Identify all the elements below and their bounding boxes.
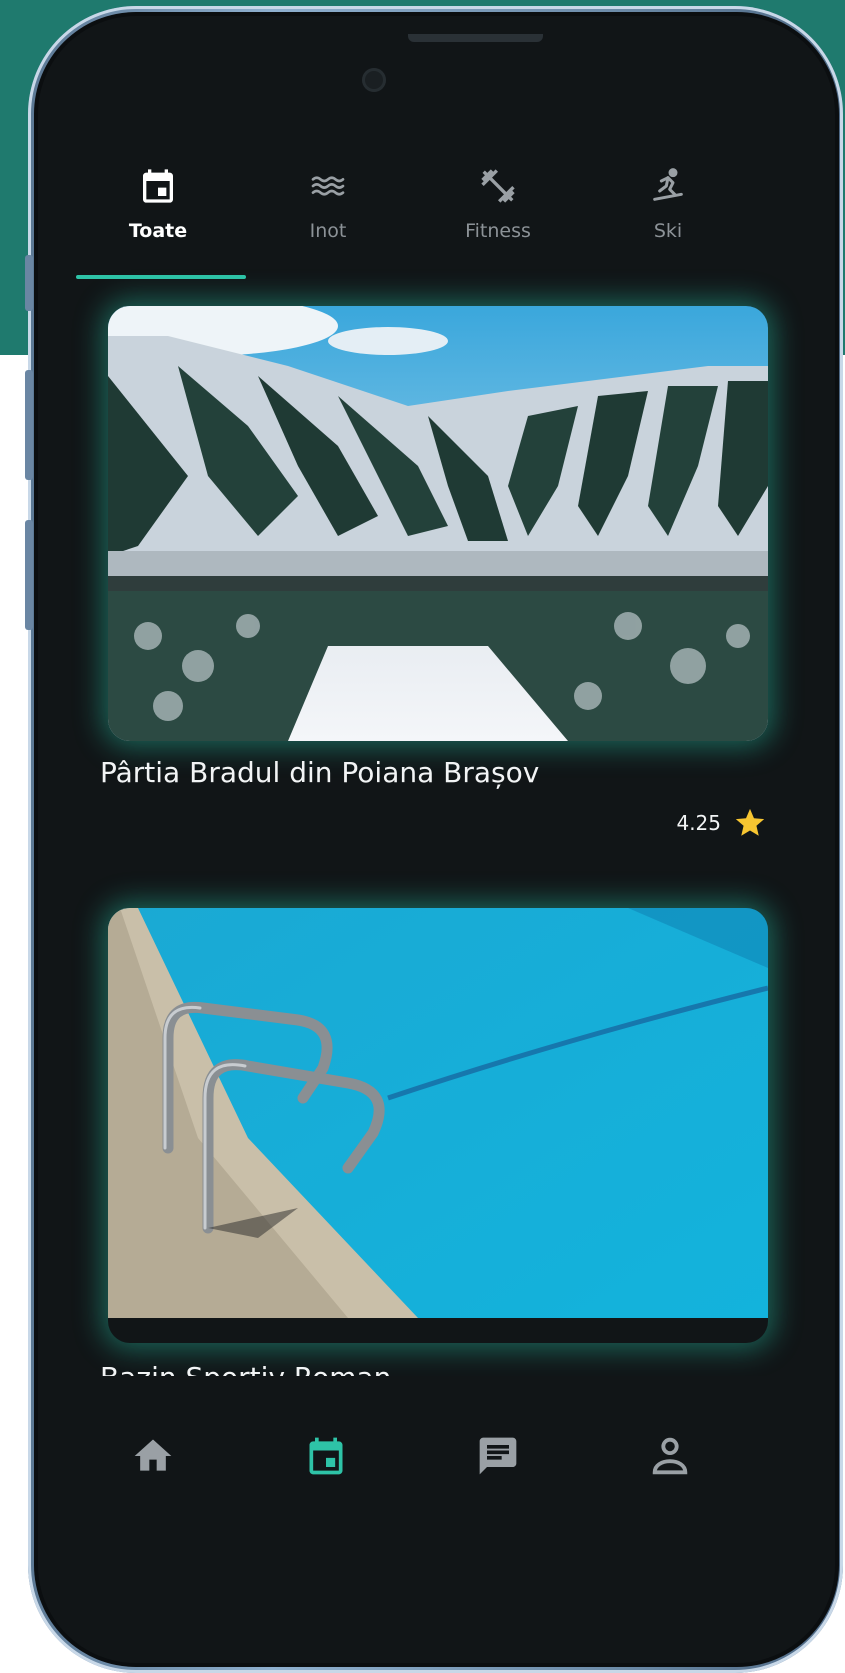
chat-icon — [479, 1437, 517, 1475]
phone-screen: Toate Inot Fitness Ski Pârtia Bradul din… — [38, 16, 835, 1663]
rating: 4.25 — [676, 806, 767, 840]
volume-up-button — [25, 370, 33, 480]
calendar-icon — [309, 1437, 343, 1475]
tab-label: Inot — [309, 220, 347, 242]
waves-icon — [311, 176, 345, 196]
tab-toate[interactable]: Toate — [78, 166, 238, 242]
star-icon — [735, 808, 765, 836]
nav-profile[interactable] — [640, 1426, 700, 1486]
mute-button — [25, 255, 33, 311]
calendar-icon — [143, 169, 173, 203]
nav-chat[interactable] — [468, 1426, 528, 1486]
ski-slope-photo[interactable] — [108, 306, 768, 741]
card-title[interactable]: Pârtia Bradul din Poiana Brașov — [100, 756, 539, 789]
ski-icon — [653, 168, 683, 201]
tab-fitness[interactable]: Fitness — [418, 166, 578, 242]
pool-photo[interactable] — [108, 908, 768, 1343]
nav-home[interactable] — [123, 1426, 183, 1486]
rating-value: 4.25 — [676, 811, 721, 835]
speaker-notch — [408, 34, 543, 42]
front-camera — [362, 68, 386, 92]
tab-label: Toate — [128, 220, 188, 242]
nav-calendar[interactable] — [296, 1426, 356, 1486]
tab-label: Ski — [653, 220, 683, 242]
tab-label: Fitness — [465, 220, 531, 242]
profile-icon — [652, 1437, 688, 1475]
tab-ski[interactable]: Ski — [588, 166, 748, 242]
home-icon — [134, 1439, 172, 1471]
tab-inot[interactable]: Inot — [248, 166, 408, 242]
volume-down-button — [25, 520, 33, 630]
tab-indicator — [76, 275, 246, 279]
dumbbell-icon — [481, 169, 515, 203]
